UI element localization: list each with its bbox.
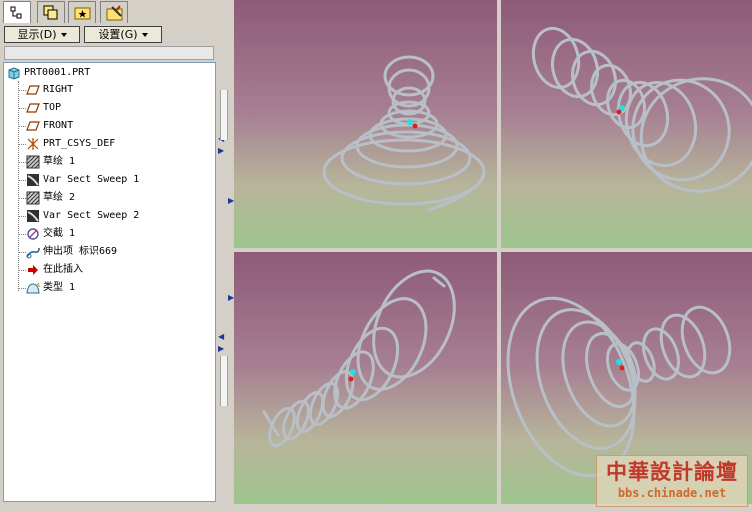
spring-model-render bbox=[531, 26, 752, 193]
splitter-handle[interactable] bbox=[220, 356, 228, 406]
folder-tools-icon bbox=[106, 5, 123, 21]
tree-connector bbox=[18, 108, 26, 109]
tree-item-label: Var Sect Sweep 2 bbox=[43, 210, 140, 221]
chevron-down-icon bbox=[60, 33, 67, 37]
tree-item-label: TOP bbox=[43, 102, 62, 113]
model-tree-icon bbox=[10, 6, 22, 19]
protrusion-icon bbox=[26, 247, 40, 259]
tab-layers[interactable] bbox=[37, 1, 65, 23]
tree-item-label: 草绘 2 bbox=[43, 192, 76, 203]
viewport-top-right[interactable] bbox=[501, 0, 752, 248]
model-tree[interactable]: PRT0001.PRT RIGHT TOP FRONT PRT_CSYS_DEF… bbox=[3, 62, 216, 502]
spring-model-render bbox=[262, 269, 456, 448]
watermark-url: bbs.chinade.net bbox=[617, 486, 727, 500]
tree-connector bbox=[18, 234, 26, 235]
display-dropdown[interactable]: 显示(D) bbox=[4, 26, 80, 43]
expand-right-arrow-icon[interactable]: ▶ bbox=[218, 146, 224, 155]
intersect-icon bbox=[27, 228, 39, 240]
tree-connector bbox=[18, 252, 26, 253]
tree-item-label: RIGHT bbox=[43, 84, 74, 95]
tab-model-tree[interactable] bbox=[3, 1, 31, 23]
collapse-left-arrow-icon[interactable]: ◀ bbox=[218, 332, 224, 341]
tree-item-label: 在此插入 bbox=[43, 264, 83, 275]
tree-connector bbox=[18, 144, 26, 145]
tree-header-strip bbox=[4, 46, 214, 60]
tree-item-label: 交截 1 bbox=[43, 228, 76, 239]
tree-item-label: PRT_CSYS_DEF bbox=[43, 138, 116, 149]
feature-type-icon bbox=[26, 282, 40, 294]
tree-item-label: Var Sect Sweep 1 bbox=[43, 174, 140, 185]
viewport-bottom-left[interactable] bbox=[234, 252, 497, 504]
tree-item-label: 伸出项 标识669 bbox=[43, 246, 118, 257]
tree-connector bbox=[18, 198, 26, 199]
insert-here-arrow-icon bbox=[28, 265, 38, 275]
tree-connector bbox=[18, 270, 26, 271]
part-icon bbox=[8, 67, 20, 80]
tree-item-label: 类型 1 bbox=[43, 282, 76, 293]
folder-star-icon bbox=[74, 7, 91, 20]
sketch-icon bbox=[26, 155, 40, 169]
tree-connector bbox=[18, 126, 26, 127]
viewport-top-left[interactable] bbox=[234, 0, 497, 248]
tab-tools[interactable] bbox=[100, 1, 128, 23]
watermark-title: 中華設計論壇 bbox=[606, 459, 738, 484]
tree-connector bbox=[18, 81, 19, 291]
chevron-down-icon bbox=[141, 33, 148, 37]
tab-favorites[interactable] bbox=[68, 1, 96, 23]
expand-right-arrow-icon[interactable]: ▶ bbox=[218, 344, 224, 353]
sketch-icon bbox=[26, 191, 40, 205]
tree-item-label: FRONT bbox=[43, 120, 74, 131]
tree-connector bbox=[18, 216, 26, 217]
datum-plane-icon bbox=[26, 103, 40, 113]
forum-watermark: 中華設計論壇 bbs.chinade.net bbox=[596, 455, 748, 507]
splitter-handle[interactable] bbox=[220, 90, 228, 140]
layers-icon bbox=[43, 5, 58, 20]
tree-root-label: PRT0001.PRT bbox=[24, 67, 91, 78]
tree-connector bbox=[18, 288, 26, 289]
spring-model-render bbox=[322, 55, 486, 212]
tree-toolbar: 显示(D) 设置(G) bbox=[0, 24, 218, 44]
tree-connector bbox=[18, 90, 26, 91]
coordinate-system-icon bbox=[27, 138, 39, 150]
display-dropdown-label: 显示(D) bbox=[17, 28, 57, 41]
settings-dropdown-label: 设置(G) bbox=[98, 28, 138, 41]
tree-connector bbox=[18, 180, 26, 181]
tree-connector bbox=[18, 162, 26, 163]
model-tree-panel: 显示(D) 设置(G) PRT0001.PRT RIGHT TOP FRONT bbox=[0, 0, 218, 512]
datum-plane-icon bbox=[26, 121, 40, 131]
panel-tabs bbox=[0, 0, 218, 24]
sweep-icon bbox=[27, 210, 39, 222]
datum-plane-icon bbox=[26, 85, 40, 95]
settings-dropdown[interactable]: 设置(G) bbox=[84, 26, 162, 43]
panel-separator[interactable]: ◀ ▶ ▶ ▶ ◀ ▶ bbox=[218, 0, 234, 512]
tree-item-label: 草绘 1 bbox=[43, 156, 76, 167]
sweep-icon bbox=[27, 174, 39, 186]
